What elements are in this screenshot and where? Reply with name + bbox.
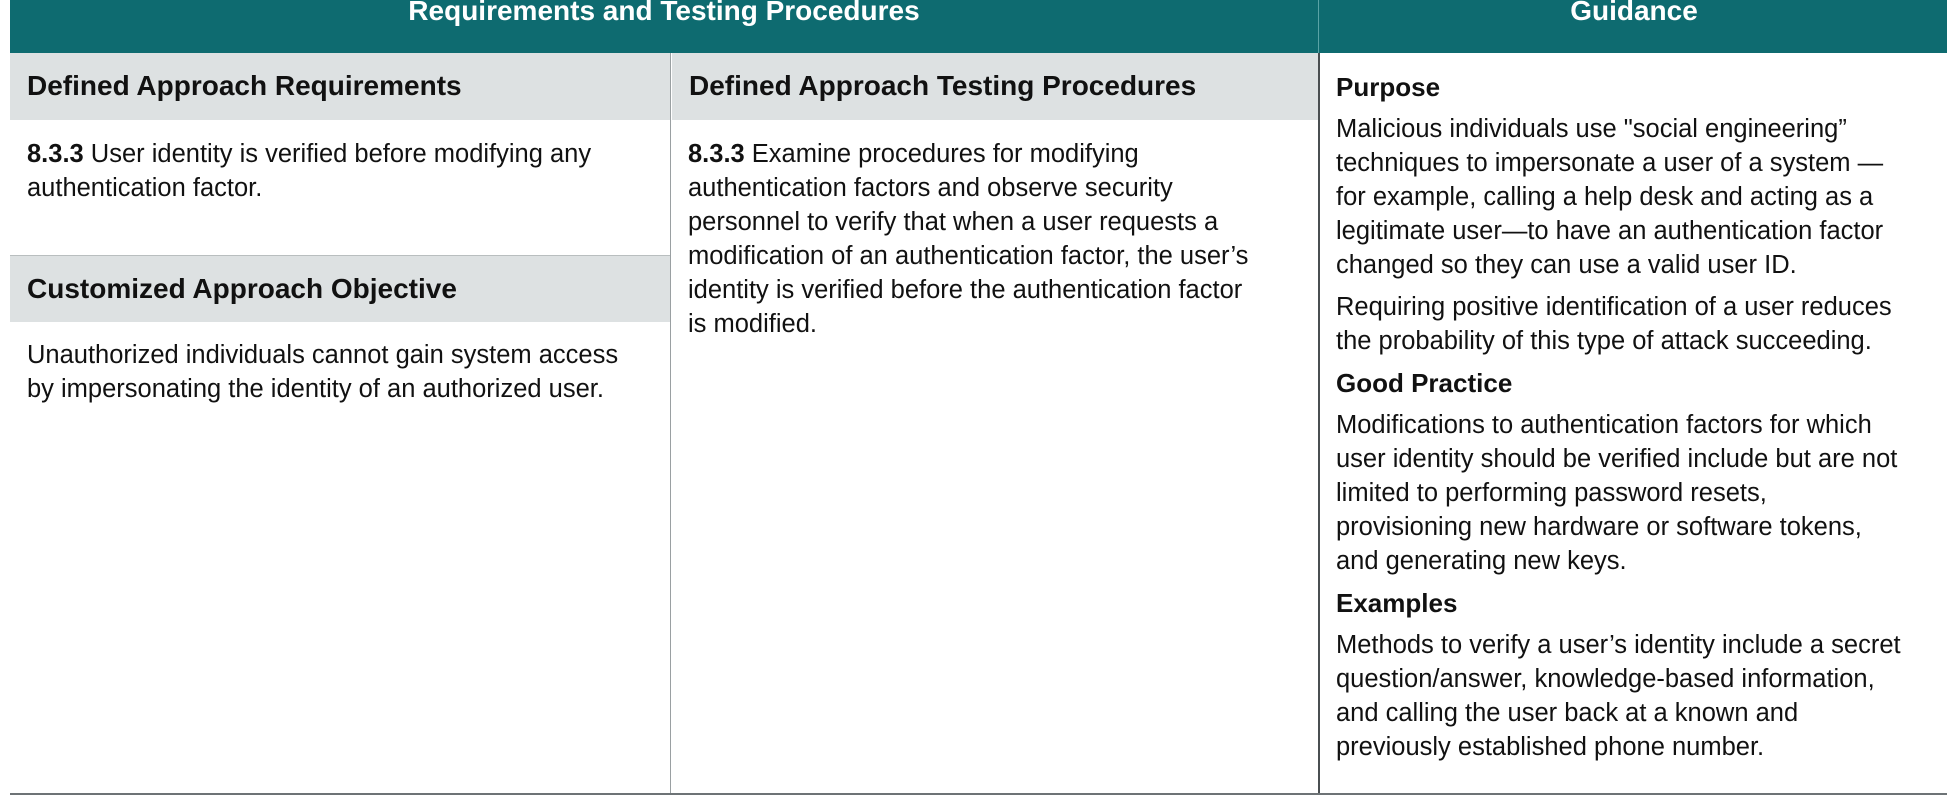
good-practice-heading: Good Practice	[1336, 368, 1513, 398]
good-practice-line: limited to performing password resets,	[1336, 479, 1767, 507]
examples-line: question/answer, knowledge-based informa…	[1336, 665, 1875, 693]
purpose-heading: Purpose	[1336, 72, 1441, 102]
testing-heading-text: Defined Approach Testing Procedures	[689, 70, 1197, 101]
header-right-title: Guidance	[1570, 0, 1698, 26]
requirement-number: 8.3.3	[27, 140, 84, 168]
guidance-column: Purpose Malicious individuals use "socia…	[1336, 70, 1947, 772]
column-divider-middle	[670, 53, 671, 795]
customized-line-1: Unauthorized individuals cannot gain sys…	[27, 341, 619, 369]
requirements-heading-text: Defined Approach Requirements	[27, 70, 462, 101]
customized-objective-text: Unauthorized individuals cannot gain sys…	[27, 338, 618, 406]
testing-line-3: personnel to verify that when a user req…	[688, 208, 1219, 236]
purpose-p2-line: the probability of this type of attack s…	[1336, 327, 1872, 355]
good-practice-paragraph: Modifications to authentication factors …	[1336, 408, 1947, 578]
examples-line: previously established phone number.	[1336, 733, 1765, 761]
purpose-paragraph-2: Requiring positive identification of a u…	[1336, 290, 1947, 358]
good-practice-line: provisioning new hardware or software to…	[1336, 513, 1862, 541]
good-practice-line: user identity should be verified include…	[1336, 445, 1898, 473]
purpose-p1-line: Malicious individuals use "social engine…	[1336, 115, 1847, 143]
testing-line-4: modification of an authentication factor…	[688, 242, 1249, 270]
header-requirements-and-testing: Requirements and Testing Procedures	[10, 0, 1318, 53]
customized-approach-heading: Customized Approach Objective	[10, 255, 670, 322]
customized-line-2: by impersonating the identity of an auth…	[27, 375, 604, 403]
good-practice-line: Modifications to authentication factors …	[1336, 411, 1872, 439]
testing-procedure-8-3-3: 8.3.3 Examine procedures for modifying a…	[688, 137, 1248, 341]
testing-line-2: authentication factors and observe secur…	[688, 174, 1173, 202]
good-practice-line: and generating new keys.	[1336, 547, 1627, 575]
defined-approach-testing-heading: Defined Approach Testing Procedures	[672, 53, 1318, 120]
examples-line: Methods to verify a user’s identity incl…	[1336, 631, 1901, 659]
requirement-line-1: 8.3.3 User identity is verified before m…	[27, 137, 591, 171]
purpose-p1-line: changed so they can use a valid user ID.	[1336, 251, 1797, 279]
purpose-p1-line: techniques to impersonate a user of a sy…	[1336, 149, 1884, 177]
examples-heading: Examples	[1336, 588, 1458, 618]
requirements-table: Requirements and Testing Procedures Guid…	[0, 0, 1947, 795]
requirement-text-1: User identity is verified before modifyi…	[83, 140, 592, 168]
testing-line-1: 8.3.3 Examine procedures for modifying	[688, 137, 1248, 171]
testing-text-1: Examine procedures for modifying	[744, 140, 1139, 168]
purpose-p2-line: Requiring positive identification of a u…	[1336, 293, 1892, 321]
testing-number: 8.3.3	[688, 140, 745, 168]
customized-heading-text: Customized Approach Objective	[27, 273, 457, 304]
requirement-8-3-3: 8.3.3 User identity is verified before m…	[27, 137, 591, 205]
column-divider-guidance	[1318, 53, 1320, 795]
defined-approach-requirements-heading: Defined Approach Requirements	[10, 53, 670, 120]
requirement-line-2: authentication factor.	[27, 174, 263, 202]
examples-paragraph: Methods to verify a user’s identity incl…	[1336, 628, 1947, 764]
examples-line: and calling the user back at a known and	[1336, 699, 1799, 727]
purpose-p1-line: for example, calling a help desk and act…	[1336, 183, 1874, 211]
purpose-p1-line: legitimate user—to have an authenticatio…	[1336, 217, 1884, 245]
testing-line-5: identity is verified before the authenti…	[688, 276, 1243, 304]
testing-line-6: is modified.	[688, 310, 817, 338]
header-guidance: Guidance	[1321, 0, 1947, 53]
purpose-paragraph-1: Malicious individuals use "social engine…	[1336, 112, 1947, 282]
header-left-title: Requirements and Testing Procedures	[408, 0, 920, 26]
